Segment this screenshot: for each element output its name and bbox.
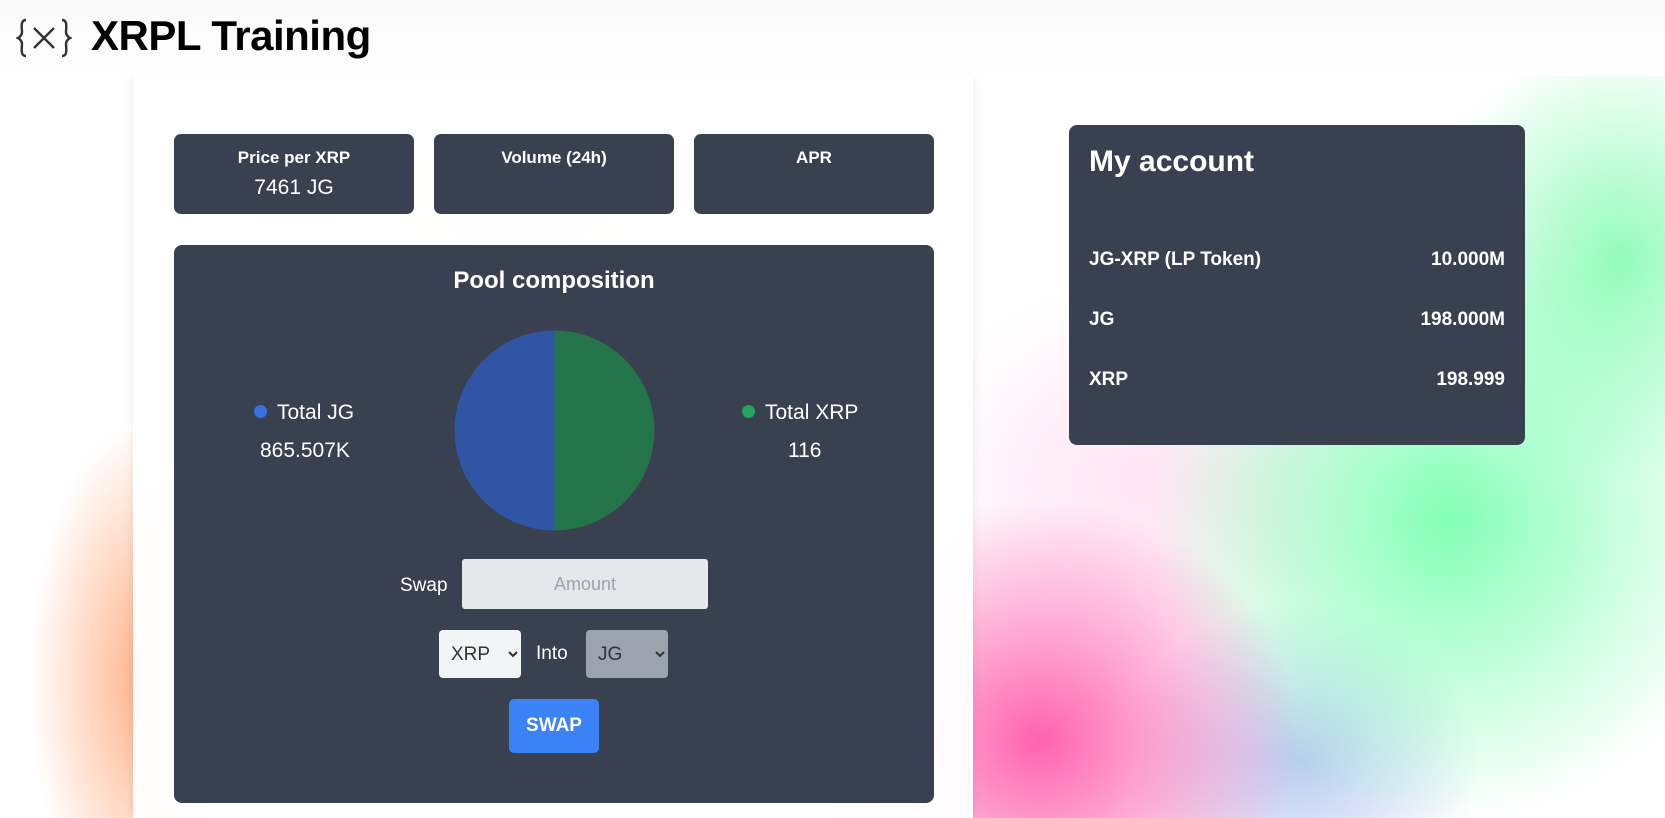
pie-slice-total-xrp <box>554 330 655 531</box>
account-row-label: JG-XRP (LP Token) <box>1089 249 1262 270</box>
pie-slice-total-jg <box>454 330 555 531</box>
legend-label: Total XRP <box>765 401 859 424</box>
legend-value: 865.507K <box>260 439 350 462</box>
stat-card-apr: APR <box>694 134 934 214</box>
stat-title: APR <box>796 148 832 167</box>
pool-composition-card: Pool composition Total JG 865.507K Total… <box>174 245 934 803</box>
account-row-label: JG <box>1089 309 1115 330</box>
stat-title: Volume (24h) <box>501 148 607 167</box>
account-title: My account <box>1089 145 1255 178</box>
header: XRPL Training <box>0 0 1665 76</box>
curly-braces-x-icon[interactable] <box>16 16 72 60</box>
account-row-label: XRP <box>1089 369 1129 390</box>
stat-card-price: Price per XRP 7461 JG <box>174 134 414 214</box>
legend-value: 116 <box>788 439 822 462</box>
brand-title[interactable]: XRPL Training <box>91 12 371 60</box>
account-row-lp-token: JG-XRP (LP Token) 10.000M <box>1089 249 1505 271</box>
legend-total-jg: Total JG 865.507K <box>254 401 354 463</box>
pool-pie-chart <box>454 330 655 531</box>
pool-title: Pool composition <box>453 267 655 294</box>
stat-card-volume: Volume (24h) <box>434 134 674 214</box>
account-row-value: 10.000M <box>1431 249 1505 270</box>
stat-title: Price per XRP <box>237 148 351 167</box>
account-row-value: 198.000M <box>1420 309 1505 330</box>
swap-button[interactable]: SWAP <box>509 699 599 753</box>
stat-value: 7461 JG <box>254 176 334 199</box>
amount-input[interactable] <box>462 559 708 609</box>
account-row-xrp: XRP 198.999 <box>1089 369 1505 391</box>
legend-dot-icon <box>254 405 267 418</box>
legend-total-xrp: Total XRP 116 <box>742 401 858 463</box>
legend-dot-icon <box>742 405 755 418</box>
to-currency-select[interactable]: JG <box>586 630 668 678</box>
account-row-jg: JG 198.000M <box>1089 309 1505 331</box>
account-row-value: 198.999 <box>1436 369 1505 390</box>
into-label: Into <box>536 643 568 664</box>
legend-label: Total JG <box>277 401 355 424</box>
swap-label: Swap <box>400 575 448 596</box>
my-account-card: My account JG-XRP (LP Token) 10.000M JG … <box>1069 125 1525 445</box>
from-currency-select[interactable]: XRP <box>439 630 521 678</box>
